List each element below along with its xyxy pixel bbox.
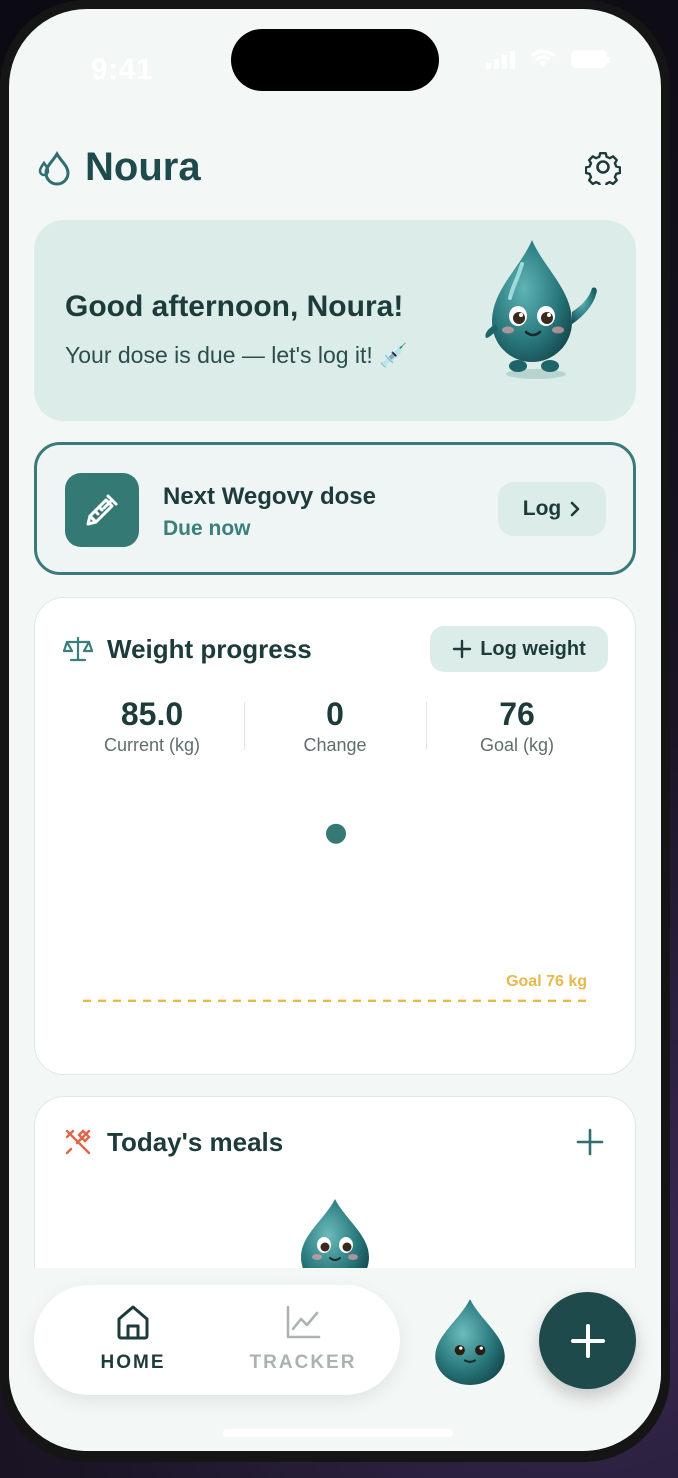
- stat-value: 85.0: [120, 696, 184, 732]
- stat-value: 76: [499, 696, 535, 732]
- meals-title: Today's meals: [107, 1127, 284, 1157]
- stat-current: 85.0 Current (kg): [61, 696, 243, 756]
- weight-title: Weight progress: [107, 634, 312, 664]
- weight-progress-card: Weight progress Log weight 85.0 Current …: [34, 597, 636, 1075]
- log-weight-button[interactable]: Log weight: [430, 626, 608, 672]
- chart-line-icon: [286, 1305, 321, 1339]
- tab-tracker[interactable]: TRACKER: [233, 1303, 373, 1374]
- add-fab-button[interactable]: [539, 1292, 636, 1389]
- add-meal-button[interactable]: [575, 1127, 605, 1157]
- signal-icon: [486, 49, 515, 69]
- weight-point: [326, 823, 346, 844]
- next-dose-card[interactable]: Next Wegovy dose Due now Log: [34, 442, 636, 575]
- goal-label: Goal 76 kg: [506, 973, 587, 990]
- app-screen: 9:41 Noura Good afternoon, Noura! Your d…: [9, 9, 661, 1451]
- scale-icon: [63, 636, 93, 662]
- greeting-card: Good afternoon, Noura! Your dose is due …: [34, 220, 636, 421]
- home-indicator: [223, 1429, 453, 1437]
- app-header: Noura: [35, 141, 635, 191]
- tab-home[interactable]: HOME: [63, 1303, 203, 1374]
- tab-tracker-label: TRACKER: [249, 1352, 357, 1373]
- device-frame: 9:41 Noura Good afternoon, Noura! Your d…: [0, 0, 670, 1462]
- gear-icon[interactable]: [585, 149, 621, 185]
- dose-status: Due now: [163, 517, 251, 540]
- log-dose-label: Log: [522, 497, 562, 520]
- chart-points: [326, 823, 346, 844]
- weight-chart: Goal 76 kg: [83, 823, 591, 1003]
- log-dose-button[interactable]: Log: [498, 482, 606, 536]
- battery-icon: [571, 50, 610, 68]
- dynamic-island: [231, 29, 439, 91]
- water-drop-icon: [38, 151, 70, 186]
- greeting-subtitle: Your dose is due — let's log it! 💉: [65, 342, 408, 368]
- greeting-title: Good afternoon, Noura!: [65, 290, 404, 323]
- app-title: Noura: [85, 145, 201, 189]
- dose-title: Next Wegovy dose: [163, 483, 376, 510]
- stat-label: Current (kg): [103, 735, 201, 755]
- stat-label: Goal (kg): [479, 735, 555, 755]
- utensils-icon: [65, 1129, 91, 1155]
- tab-bar: HOME TRACKER: [34, 1285, 400, 1395]
- home-icon: [117, 1305, 149, 1340]
- mascot-button[interactable]: [429, 1295, 511, 1387]
- mascot-waving: [485, 240, 597, 379]
- tab-home-label: HOME: [100, 1352, 166, 1373]
- stat-label: Change: [303, 735, 367, 755]
- status-time: 9:41: [91, 53, 154, 86]
- stat-change: 0 Change: [244, 696, 426, 756]
- plus-icon: [570, 1323, 605, 1358]
- log-weight-label: Log weight: [480, 637, 586, 660]
- wifi-icon: [530, 49, 556, 67]
- stat-goal: 76 Goal (kg): [426, 696, 608, 756]
- chevron-right-icon: [570, 501, 580, 517]
- stat-value: 0: [326, 696, 344, 732]
- plus-icon: [453, 639, 472, 659]
- status-icons: [486, 49, 610, 69]
- syringe-icon: [65, 473, 139, 547]
